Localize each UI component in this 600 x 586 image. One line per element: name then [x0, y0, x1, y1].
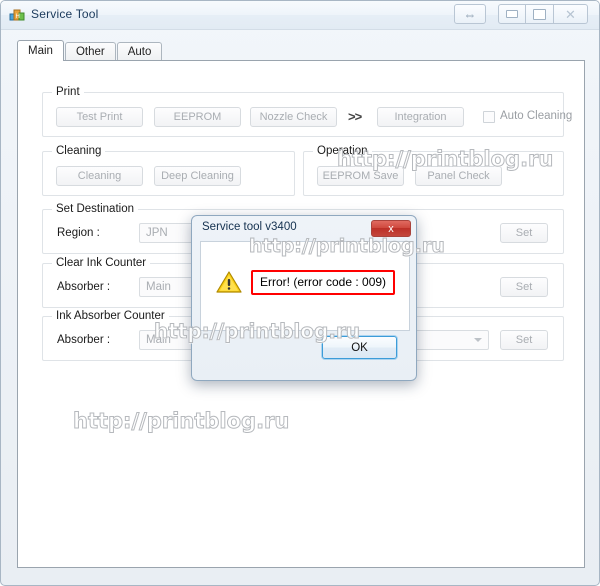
- group-operation: Operation EEPROM Save Panel Check: [303, 145, 564, 196]
- error-dialog: Service tool v3400 x Error! (error code …: [191, 215, 417, 381]
- group-print: Print Test Print EEPROM Nozzle Check >> …: [42, 86, 572, 137]
- group-clear-ink-counter-legend: Clear Ink Counter: [52, 257, 151, 269]
- nozzle-check-button[interactable]: Nozzle Check: [250, 107, 337, 127]
- nozzle-check-label: Nozzle Check: [259, 111, 328, 123]
- error-message-box: Error! (error code : 009): [251, 270, 396, 295]
- error-message-text: Error! (error code : 009): [260, 275, 387, 289]
- close-button[interactable]: ✕: [554, 4, 588, 24]
- auto-cleaning-label: Auto Cleaning: [500, 110, 573, 122]
- group-cleaning-legend: Cleaning: [52, 145, 106, 157]
- ink-absorber-counter-set-label: Set: [515, 334, 533, 346]
- dialog-title: Service tool v3400: [202, 221, 297, 233]
- dialog-ok-button[interactable]: OK: [322, 336, 397, 359]
- eeprom-button[interactable]: EEPROM: [154, 107, 241, 127]
- tab-other-label: Other: [75, 46, 105, 58]
- panel-check-button[interactable]: Panel Check: [415, 166, 502, 186]
- panel-check-label: Panel Check: [427, 170, 490, 182]
- set-destination-button[interactable]: Set: [500, 223, 548, 243]
- svg-text:H: H: [16, 14, 20, 20]
- clear-ink-counter-set-button[interactable]: Set: [500, 277, 548, 297]
- chevron-down-icon: [474, 338, 482, 342]
- eeprom-save-label: EEPROM Save: [322, 170, 399, 182]
- resize-button[interactable]: ⇔: [454, 4, 486, 24]
- dialog-close-button[interactable]: x: [371, 220, 411, 237]
- group-ink-absorber-counter-legend: Ink Absorber Counter: [52, 310, 169, 322]
- tab-main[interactable]: Main: [17, 40, 64, 61]
- dialog-ok-label: OK: [351, 341, 368, 354]
- tab-auto-label: Auto: [127, 46, 152, 58]
- eeprom-label: EEPROM: [173, 111, 222, 123]
- maximize-icon: [533, 8, 546, 20]
- tab-main-label: Main: [28, 45, 53, 57]
- deep-cleaning-label: Deep Cleaning: [161, 170, 234, 182]
- ink-absorber-counter-set-button[interactable]: Set: [500, 330, 548, 350]
- tab-other[interactable]: Other: [64, 42, 116, 61]
- ink-absorber-label: Absorber :: [57, 334, 111, 346]
- title-bar: H Service Tool ⇔ ✕: [1, 1, 599, 30]
- minimize-icon: [506, 10, 518, 18]
- test-print-label: Test Print: [76, 111, 123, 123]
- group-cleaning: Cleaning Cleaning Deep Cleaning: [42, 145, 295, 196]
- app-blocks-icon: H: [9, 7, 25, 23]
- cleaning-label: Cleaning: [77, 170, 122, 182]
- clear-ink-absorber-label: Absorber :: [57, 281, 111, 293]
- test-print-button[interactable]: Test Print: [56, 107, 143, 127]
- clear-ink-absorber-value: Main: [146, 281, 171, 293]
- close-icon: ✕: [565, 6, 576, 22]
- chevron-double-right-icon: >>: [348, 109, 362, 124]
- tab-strip: Main Other Auto: [17, 40, 163, 61]
- deep-cleaning-button[interactable]: Deep Cleaning: [154, 166, 241, 186]
- auto-cleaning-checkbox[interactable]: [483, 111, 495, 123]
- set-destination-label: Set: [515, 227, 533, 239]
- maximize-button[interactable]: [526, 4, 554, 24]
- clear-ink-counter-set-label: Set: [515, 281, 533, 293]
- window-title: Service Tool: [31, 7, 99, 21]
- resize-arrows-icon: ⇔: [463, 6, 477, 22]
- group-operation-legend: Operation: [313, 145, 372, 157]
- warning-triangle-icon: [216, 270, 242, 294]
- eeprom-save-button[interactable]: EEPROM Save: [317, 166, 404, 186]
- cleaning-button[interactable]: Cleaning: [56, 166, 143, 186]
- group-print-legend: Print: [52, 86, 84, 98]
- integration-button[interactable]: Integration: [377, 107, 464, 127]
- dialog-close-icon: x: [388, 222, 394, 235]
- region-value: JPN: [146, 227, 168, 239]
- service-tool-window: H Service Tool ⇔ ✕ Main Other Auto Print…: [0, 0, 600, 586]
- group-set-destination-legend: Set Destination: [52, 203, 138, 215]
- ink-absorber-value: Main: [146, 334, 171, 346]
- minimize-button[interactable]: [498, 4, 526, 24]
- integration-label: Integration: [394, 111, 447, 123]
- region-label: Region :: [57, 227, 100, 239]
- tab-auto[interactable]: Auto: [116, 42, 163, 61]
